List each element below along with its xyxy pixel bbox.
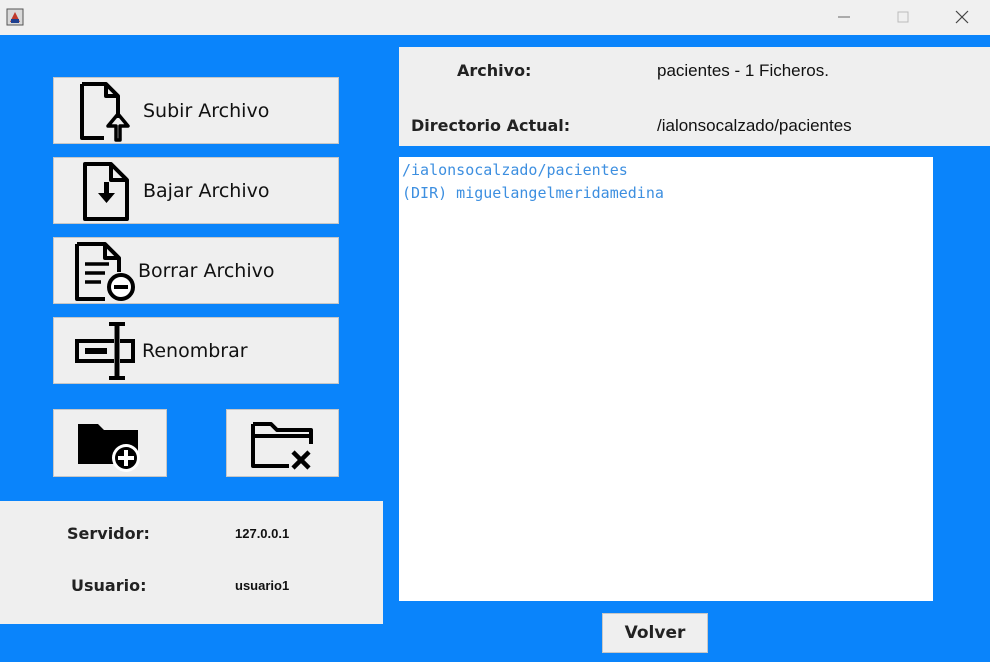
folder-delete-icon <box>251 422 313 470</box>
file-upload-icon <box>80 82 130 142</box>
rename-button[interactable]: Renombrar <box>53 317 339 384</box>
minimize-button[interactable] <box>822 4 866 30</box>
back-button[interactable]: Volver <box>602 613 708 653</box>
delete-file-label: Borrar Archivo <box>138 260 275 282</box>
server-label: Servidor: <box>67 524 150 543</box>
file-value: pacientes - 1 Ficheros. <box>657 61 829 80</box>
close-button[interactable] <box>940 4 984 30</box>
close-icon <box>955 10 969 24</box>
java-cup-icon <box>6 8 24 26</box>
list-item[interactable]: (DIR) miguelangelmeridamedina <box>402 182 933 205</box>
file-remove-icon <box>75 242 135 301</box>
file-info-panel: Archivo: pacientes - 1 Ficheros. Directo… <box>399 47 990 146</box>
upload-file-button[interactable]: Subir Archivo <box>53 77 339 144</box>
maximize-button[interactable] <box>881 4 925 30</box>
title-bar <box>0 0 990 35</box>
user-value: usuario1 <box>235 578 290 593</box>
connection-info-panel: Servidor: 127.0.0.1 Usuario: usuario1 <box>0 501 383 624</box>
list-item[interactable]: /ialonsocalzado/pacientes <box>402 159 933 182</box>
user-label: Usuario: <box>71 576 147 595</box>
file-download-icon <box>83 162 129 221</box>
delete-file-button[interactable]: Borrar Archivo <box>53 237 339 304</box>
current-directory-value: /ialonsocalzado/pacientes <box>657 116 852 135</box>
minimize-icon <box>838 16 850 18</box>
folder-add-icon <box>78 424 140 472</box>
download-file-button[interactable]: Bajar Archivo <box>53 157 339 224</box>
maximize-icon <box>897 11 909 23</box>
delete-folder-button[interactable] <box>226 409 339 477</box>
current-directory-label: Directorio Actual: <box>411 116 571 135</box>
file-label: Archivo: <box>457 61 532 80</box>
new-folder-button[interactable] <box>53 409 167 477</box>
download-file-label: Bajar Archivo <box>143 180 270 202</box>
upload-file-label: Subir Archivo <box>143 100 270 122</box>
directory-listing[interactable]: /ialonsocalzado/pacientes (DIR) miguelan… <box>399 157 933 601</box>
rename-icon <box>75 322 135 380</box>
server-value: 127.0.0.1 <box>235 526 290 541</box>
rename-label: Renombrar <box>142 340 248 362</box>
